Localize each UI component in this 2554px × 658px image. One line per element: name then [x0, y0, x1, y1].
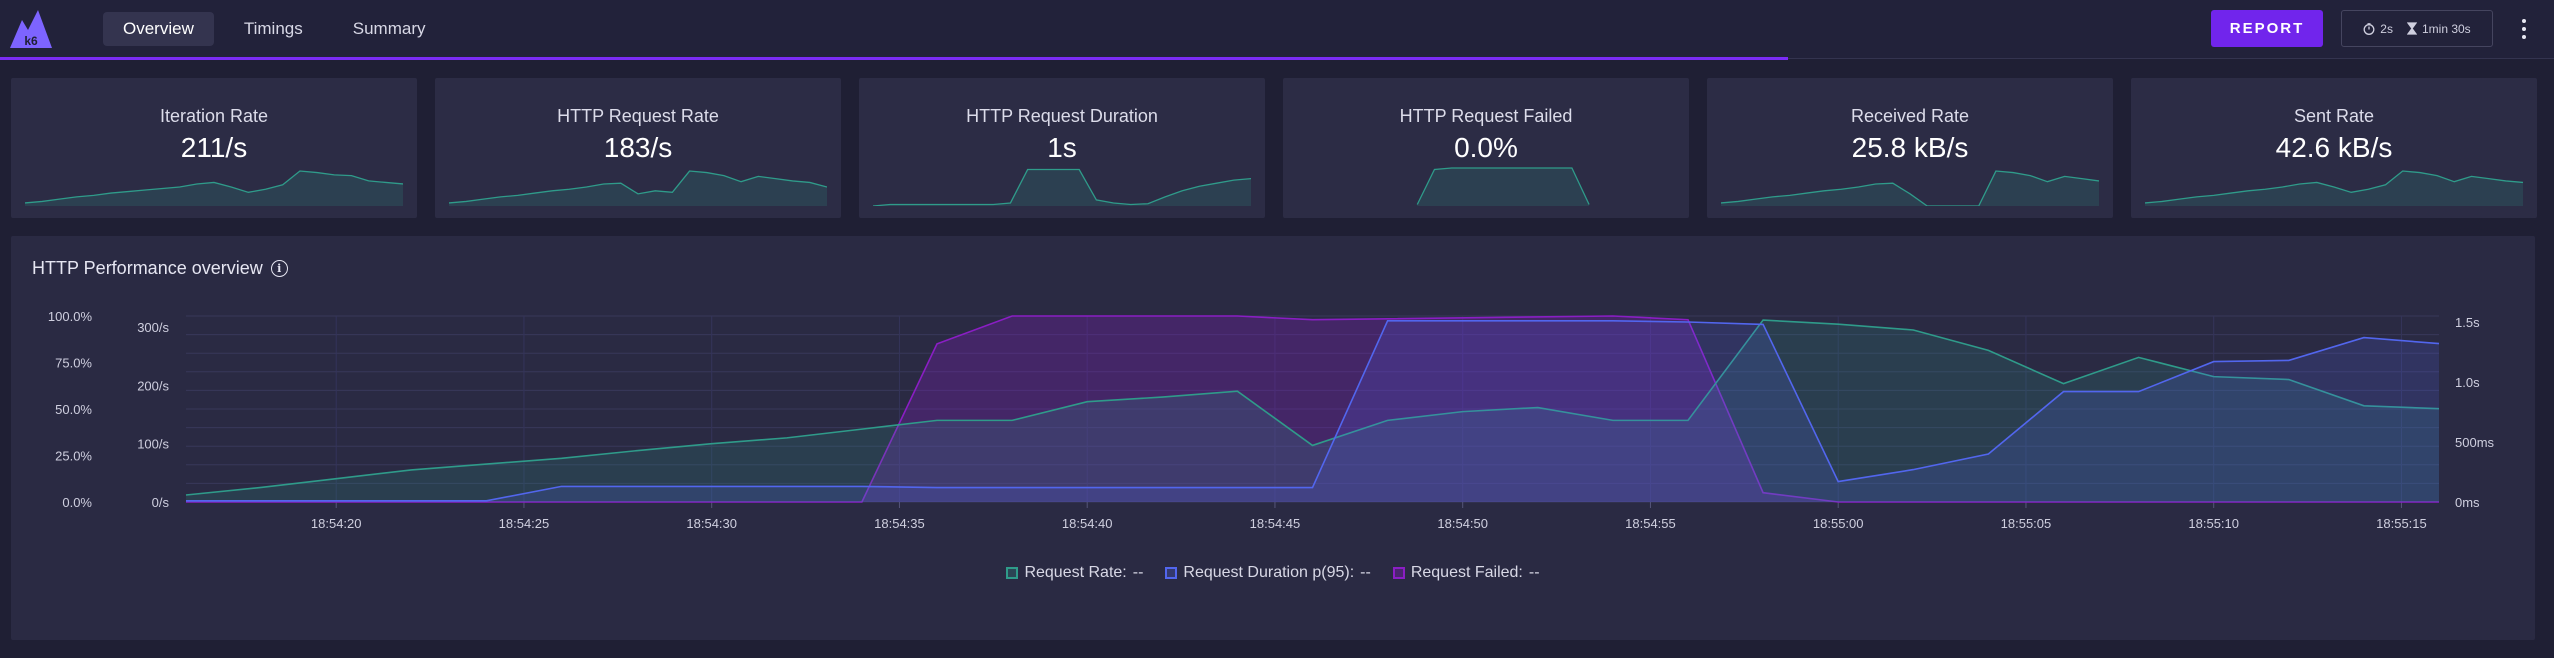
card-title: HTTP Request Failed [1399, 106, 1573, 126]
top-bar: k6 Overview Timings Summary REPORT 2s 1m… [0, 0, 2554, 59]
card-title: Sent Rate [2293, 106, 2375, 126]
card-value: 42.6 kB/s [2275, 132, 2393, 163]
sparkline [1416, 167, 1590, 206]
duration-value: 1min 30s [2421, 21, 2471, 36]
y-tick-failed: 50.0% [55, 402, 92, 417]
x-tick-label: 18:54:20 [311, 516, 362, 531]
logo-text: k6 [24, 34, 38, 48]
card-received-rate: Received Rate 25.8 kB/s [1707, 78, 2113, 218]
x-tick-label: 18:54:50 [1437, 516, 1488, 531]
legend-swatch-rate [1006, 567, 1019, 579]
legend-value: -- [1132, 564, 1144, 581]
y-tick-duration: 500ms [2455, 435, 2495, 450]
tab-summary[interactable]: Summary [333, 12, 446, 46]
card-value: 0.0% [1454, 132, 1518, 163]
legend-label: Request Failed: [1410, 564, 1523, 581]
sparkline [873, 168, 1251, 206]
sparkline-area [2145, 171, 2523, 206]
y-tick-rate: 0/s [152, 495, 170, 510]
legend-swatch-failed [1392, 567, 1405, 579]
k6-logo[interactable]: k6 [8, 8, 54, 50]
chart-legend: Request Rate: -- Request Duration p(95):… [11, 564, 2535, 582]
sparkline-area [25, 171, 403, 206]
y-tick-duration: 0ms [2455, 495, 2480, 510]
info-icon[interactable]: i [270, 260, 288, 277]
card-title: HTTP Request Duration [966, 106, 1158, 126]
y-tick-failed: 75.0% [55, 356, 92, 371]
more-menu-icon[interactable] [2515, 13, 2533, 45]
http-performance-panel: 0.0% 25.0% 50.0% 75.0% 100.0% 0/s 100/s 200/s 30… [11, 236, 2535, 640]
x-tick-label: 18:55:10 [2188, 516, 2239, 531]
period-value: 2s [2380, 21, 2393, 36]
card-value: 25.8 kB/s [1851, 132, 1969, 163]
card-title: Iteration Rate [159, 106, 269, 126]
panel-title: HTTP Performance overview i [32, 258, 288, 279]
x-tick-label: 18:55:05 [2001, 516, 2052, 531]
y-tick-rate: 300/s [137, 320, 169, 335]
legend-swatch-duration [1165, 567, 1178, 579]
y-tick-rate: 200/s [137, 378, 169, 393]
legend-value: -- [1528, 564, 1540, 581]
sparkline [1721, 170, 2099, 206]
sparkline [449, 170, 827, 206]
clock-icon [2363, 22, 2375, 35]
y-tick-duration: 1.0s [2455, 375, 2480, 390]
card-value: 183/s [603, 132, 673, 163]
y-tick-failed: 100.0% [48, 309, 93, 324]
legend-value: -- [1360, 564, 1371, 581]
y-tick-failed: 25.0% [55, 449, 92, 464]
period-item: 2s [2363, 22, 2393, 36]
legend-request-failed[interactable]: Request Failed: -- [1392, 564, 1540, 582]
sparkline-area [1417, 168, 1590, 206]
legend-label: Request Duration p(95): [1183, 564, 1355, 581]
timer-box: 2s 1min 30s [2341, 10, 2493, 47]
legend-label: Request Rate: [1024, 564, 1127, 581]
sparkline-area [1721, 171, 2099, 206]
x-tick-label: 18:55:15 [2376, 516, 2427, 531]
x-tick-label: 18:54:45 [1250, 516, 1301, 531]
x-tick-label: 18:54:35 [874, 516, 925, 531]
tab-timings[interactable]: Timings [224, 12, 323, 46]
sparkline [2145, 170, 2523, 206]
report-button[interactable]: REPORT [2211, 10, 2323, 47]
card-value: 1s [1047, 132, 1077, 163]
card-value: 211/s [180, 132, 248, 163]
card-http-request-rate: HTTP Request Rate 183/s [435, 78, 841, 218]
progress-bar [0, 57, 1788, 60]
x-tick-label: 18:54:25 [499, 516, 550, 531]
card-title: Received Rate [1850, 106, 1970, 126]
panel-title-text: HTTP Performance overview [32, 258, 263, 278]
duration-item: 1min 30s [2406, 21, 2471, 36]
nav-tabs: Overview Timings Summary [103, 12, 445, 46]
y-tick-failed: 0.0% [62, 495, 92, 510]
tab-overview[interactable]: Overview [103, 12, 214, 46]
sparkline [25, 170, 403, 206]
sparkline-area [449, 171, 827, 206]
x-tick-label: 18:54:55 [1625, 516, 1676, 531]
x-tick-label: 18:54:30 [686, 516, 737, 531]
card-title: HTTP Request Rate [557, 106, 719, 126]
y-tick-duration: 1.5s [2455, 315, 2480, 330]
y-tick-rate: 100/s [137, 437, 169, 452]
card-iteration-rate: Iteration Rate 211/s [11, 78, 417, 218]
card-http-request-duration: HTTP Request Duration 1s [859, 78, 1265, 218]
legend-request-rate[interactable]: Request Rate: -- [1006, 564, 1143, 582]
hourglass-icon [2406, 22, 2417, 35]
card-http-request-failed: HTTP Request Failed 0.0% [1283, 78, 1689, 218]
x-tick-label: 18:55:00 [1813, 516, 1864, 531]
legend-request-duration[interactable]: Request Duration p(95): -- [1165, 564, 1371, 582]
x-tick-label: 18:54:40 [1062, 516, 1113, 531]
card-sent-rate: Sent Rate 42.6 kB/s [2131, 78, 2537, 218]
